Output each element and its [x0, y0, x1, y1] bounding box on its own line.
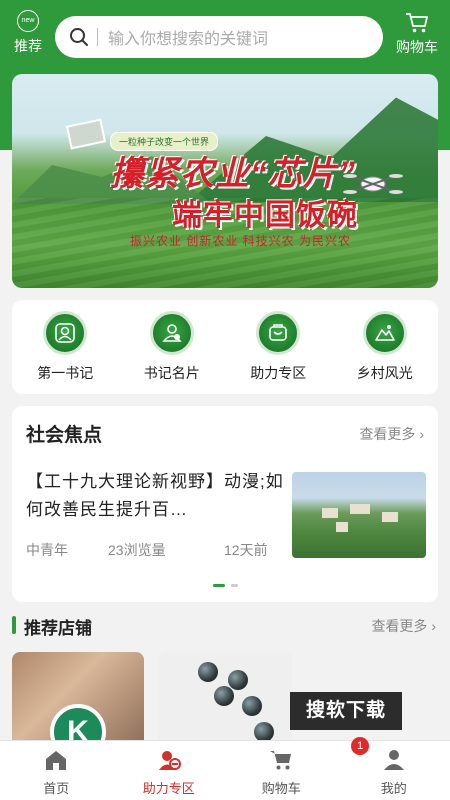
- help-zone-icon: [158, 751, 181, 770]
- quick-nav-label: 第一书记: [37, 365, 94, 381]
- search-divider: [97, 28, 98, 46]
- user-icon: [383, 750, 404, 770]
- chip-icon: [65, 118, 107, 150]
- shops-more-label: 查看更多: [371, 618, 428, 634]
- quick-nav: 第一书记 书记名片 助力专区 乡村风光: [12, 300, 438, 394]
- banner-slogans: 振兴农业 创新农业 科技兴农 为民兴农: [130, 234, 352, 248]
- tab-profile[interactable]: 我的: [338, 741, 450, 800]
- tab-cart[interactable]: 1 购物车: [225, 737, 369, 800]
- chevron-right-icon: ›: [419, 426, 424, 442]
- chevron-right-icon: ›: [431, 618, 436, 634]
- cart-icon: [270, 751, 292, 770]
- news-time: 12天前: [224, 542, 268, 558]
- section-accent-bar: [12, 616, 16, 634]
- tab-label: 首页: [43, 781, 70, 796]
- focus-more-label: 查看更多: [359, 426, 416, 442]
- focus-section-title: 社会焦点: [26, 425, 103, 446]
- focus-more-link[interactable]: 查看更多 ›: [359, 424, 424, 444]
- tab-help-zone[interactable]: 助力专区: [113, 741, 226, 800]
- bottom-tab-bar: 首页 助力专区 1 购物车 我的: [0, 737, 450, 800]
- quick-nav-label: 助力专区: [250, 365, 307, 381]
- person-card-icon: [149, 311, 194, 355]
- shops-more-link[interactable]: 查看更多 ›: [371, 616, 436, 636]
- shop-icon: [256, 311, 301, 355]
- promo-banner[interactable]: 一粒种子改变一个世界 攥紧农业“芯片” 端牢中国饭碗 振兴农业 创新农业 科技兴…: [12, 74, 438, 288]
- carousel-indicator: [12, 584, 438, 587]
- header-cart-label: 购物车: [396, 39, 438, 55]
- shop-card-2[interactable]: [158, 652, 292, 752]
- new-icon: new: [17, 10, 39, 32]
- quick-nav-label: 书记名片: [143, 365, 200, 381]
- banner-subheadline: 端牢中国饭碗: [172, 199, 358, 232]
- mountain-icon: [362, 311, 407, 355]
- quick-nav-first-secretary[interactable]: 第一书记: [17, 311, 113, 383]
- focus-news-card: 社会焦点 查看更多 › 【工十九大理论新视野】动漫;如何改善民生提升百… 中青年…: [12, 406, 438, 602]
- search-icon: [70, 28, 88, 46]
- carousel-dot: [230, 584, 238, 587]
- quick-nav-secretary-card[interactable]: 书记名片: [124, 311, 220, 383]
- recommend-label: 推荐: [14, 38, 42, 54]
- person-badge-icon: [43, 311, 88, 355]
- home-icon: [46, 751, 67, 770]
- carousel-dot-active: [212, 584, 225, 587]
- shops-header: 推荐店铺 查看更多 ›: [12, 614, 438, 638]
- news-thumbnail[interactable]: [292, 472, 426, 558]
- search-input[interactable]: 输入你想搜索的关键词: [108, 25, 268, 49]
- tab-label: 助力专区: [142, 781, 195, 796]
- cart-icon: [406, 13, 428, 33]
- quick-nav-help-zone[interactable]: 助力专区: [230, 311, 326, 383]
- news-views: 23浏览量: [108, 542, 166, 558]
- shop-card-1[interactable]: K: [12, 652, 144, 752]
- quick-nav-label: 乡村风光: [356, 365, 413, 381]
- banner-headline: 攥紧农业“芯片”: [110, 155, 356, 193]
- download-watermark: 搜软下载: [290, 692, 402, 730]
- news-source: 中青年: [26, 542, 68, 558]
- tab-label: 购物车: [261, 781, 301, 796]
- news-article-title[interactable]: 【工十九大理论新视野】动漫;如何改善民生提升百…: [26, 468, 286, 524]
- quick-nav-rural-scenery[interactable]: 乡村风光: [337, 311, 433, 383]
- header-cart-button[interactable]: 购物车: [396, 12, 438, 57]
- recommend-button[interactable]: new 推荐: [8, 10, 48, 56]
- search-bar[interactable]: 输入你想搜索的关键词: [55, 16, 383, 58]
- tab-home[interactable]: 首页: [0, 741, 113, 800]
- tab-label: 我的: [380, 781, 407, 796]
- shops-section-title: 推荐店铺: [24, 619, 92, 638]
- drone-icon: [343, 174, 403, 194]
